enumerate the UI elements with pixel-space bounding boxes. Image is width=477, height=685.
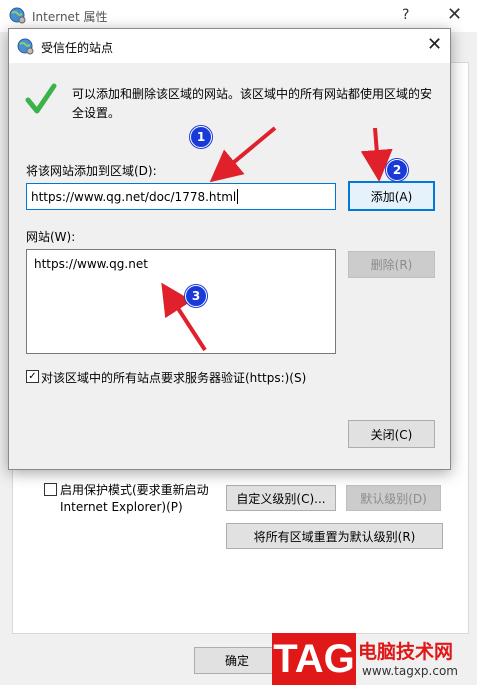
step-badge-1: 1 bbox=[190, 126, 212, 148]
step-badge-3: 3 bbox=[185, 285, 207, 307]
ok-button[interactable]: 确定 bbox=[194, 647, 280, 674]
green-check-icon bbox=[25, 83, 57, 114]
site-url-input[interactable]: https://www.qg.net/doc/1778.html bbox=[26, 183, 336, 210]
globe-icon bbox=[17, 38, 34, 55]
close-icon[interactable]: ✕ bbox=[447, 4, 462, 25]
text-caret bbox=[237, 189, 239, 204]
zone-info-text: 可以添加和删除该区域的网站。该区域中的所有网站都使用区域的安全设置。 bbox=[72, 87, 433, 120]
watermark-site-name: 电脑技术网 bbox=[358, 641, 454, 663]
protected-mode-checkbox[interactable] bbox=[44, 483, 57, 496]
globe-settings-icon bbox=[9, 7, 26, 24]
require-verification-checkbox[interactable]: ✓ bbox=[26, 370, 39, 383]
protected-mode-label-line2: Internet Explorer)(P) bbox=[60, 500, 183, 514]
dialog-title-bar: 受信任的站点 ✕ bbox=[9, 29, 450, 63]
dialog-close-icon[interactable]: ✕ bbox=[427, 34, 442, 55]
custom-level-button[interactable]: 自定义级别(C)... bbox=[226, 485, 336, 511]
trusted-sites-dialog: 受信任的站点 ✕ 可以添加和删除该区域的网站。该区域中的所有网站都使用区域的安全… bbox=[8, 28, 451, 470]
watermark-url: www.tagxp.com bbox=[362, 664, 458, 678]
sites-list[interactable]: https://www.qg.net bbox=[26, 249, 336, 354]
list-item[interactable]: https://www.qg.net bbox=[34, 257, 148, 271]
reset-all-zones-button[interactable]: 将所有区域重置为默认级别(R) bbox=[226, 523, 443, 549]
step-badge-2: 2 bbox=[386, 159, 408, 181]
site-url-value: https://www.qg.net/doc/1778.html bbox=[31, 189, 237, 204]
close-button[interactable]: 关闭(C) bbox=[348, 420, 435, 448]
tag-logo: TAG bbox=[272, 633, 356, 685]
help-button[interactable]: ? bbox=[402, 7, 409, 23]
sites-label: 网站(W): bbox=[26, 230, 76, 244]
protected-mode-label-line1: 启用保护模式(要求重新启动 bbox=[60, 483, 209, 497]
add-site-label: 将该网站添加到区域(D): bbox=[26, 164, 157, 178]
add-button[interactable]: 添加(A) bbox=[348, 181, 435, 211]
window-title: Internet 属性 bbox=[32, 10, 108, 24]
default-level-button[interactable]: 默认级别(D) bbox=[346, 485, 441, 511]
remove-button[interactable]: 删除(R) bbox=[348, 251, 435, 278]
require-verification-label: 对该区域中的所有站点要求服务器验证(https:)(S) bbox=[41, 371, 307, 385]
dialog-title: 受信任的站点 bbox=[41, 41, 114, 55]
